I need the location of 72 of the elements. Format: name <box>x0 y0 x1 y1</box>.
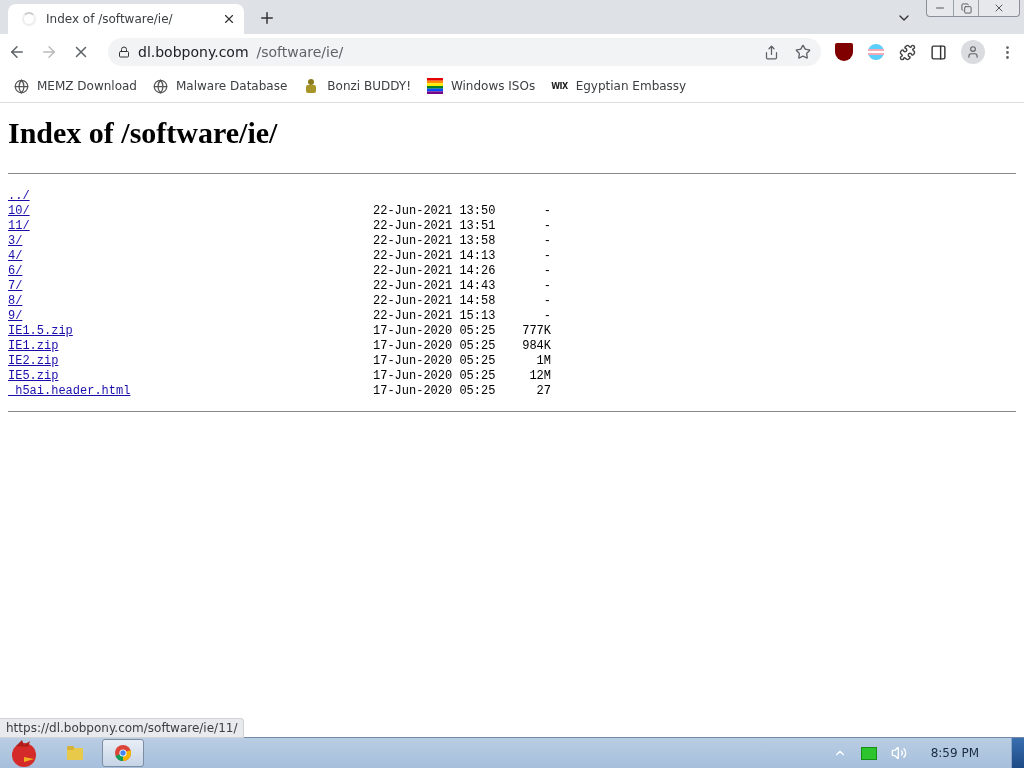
date-text: 17-Jun-2020 05:25 <box>373 354 494 369</box>
size-text: 12M <box>528 369 551 384</box>
size-text: 1M <box>535 354 551 369</box>
status-bubble: https://dl.bobpony.com/software/ie/11/ <box>0 718 245 738</box>
globe-icon <box>153 78 168 94</box>
date-text: 22-Jun-2021 13:50 <box>373 204 494 219</box>
globe-icon <box>14 78 29 94</box>
date-text: 17-Jun-2020 05:25 <box>373 384 494 399</box>
file-link[interactable]: 3/ <box>8 234 373 249</box>
share-icon[interactable] <box>764 44 779 60</box>
date-text: 17-Jun-2020 05:25 <box>373 369 494 384</box>
size-text: 27 <box>535 384 551 399</box>
date-text: 22-Jun-2021 13:58 <box>373 234 494 249</box>
bookmark[interactable]: Windows ISOs <box>426 78 536 94</box>
address-path: /software/ie/ <box>256 44 345 60</box>
date-text: 22-Jun-2021 14:26 <box>373 264 494 279</box>
file-link[interactable]: IE2.zip <box>8 354 373 369</box>
browser-icon <box>114 744 132 762</box>
browser-tab[interactable]: Index of /software/ie/ <box>8 4 244 34</box>
new-tab-icon[interactable] <box>258 9 276 27</box>
date-text: 22-Jun-2021 14:43 <box>373 279 494 294</box>
date-text: 22-Jun-2021 14:13 <box>373 249 494 264</box>
file-link[interactable]: 4/ <box>8 249 373 264</box>
date-text: 22-Jun-2021 15:13 <box>373 309 494 324</box>
show-desktop-button[interactable] <box>1011 738 1024 768</box>
size-text: - <box>542 279 551 294</box>
file-link[interactable]: IE1.5.zip <box>8 324 373 339</box>
bookmark[interactable]: WIX Egyptian Embassy <box>551 79 687 93</box>
address-bar[interactable]: dl.bobpony.com /software/ie/ <box>108 38 821 66</box>
file-link[interactable]: 7/ <box>8 279 373 294</box>
file-link[interactable]: IE1.zip <box>8 339 373 354</box>
date-text: 17-Jun-2020 05:25 <box>373 324 494 339</box>
profile-icon[interactable] <box>961 40 985 64</box>
file-link[interactable]: 10/ <box>8 204 373 219</box>
date-text: 22-Jun-2021 14:58 <box>373 294 494 309</box>
side-panel-icon[interactable] <box>930 43 947 61</box>
file-link[interactable]: 9/ <box>8 309 373 324</box>
date-text: 22-Jun-2021 13:51 <box>373 219 494 234</box>
size-text: - <box>542 309 551 324</box>
file-link[interactable]: _h5ai.header.html <box>8 384 373 399</box>
date-text: 17-Jun-2020 05:25 <box>373 339 494 354</box>
rainbow-flag-icon <box>426 78 443 94</box>
file-link[interactable]: 11/ <box>8 219 373 234</box>
size-text: - <box>542 219 551 234</box>
network-icon[interactable] <box>860 746 877 760</box>
page-heading: Index of /software/ie/ <box>8 116 279 150</box>
file-link[interactable]: ../ <box>8 189 373 204</box>
site-logo: WIX <box>551 81 568 91</box>
lock-icon <box>118 46 130 58</box>
size-text: - <box>542 234 551 249</box>
loading-icon <box>22 12 36 26</box>
size-text: - <box>542 249 551 264</box>
clock[interactable]: 8:59 PM <box>930 746 979 760</box>
size-text: - <box>542 264 551 279</box>
address-host: dl.bobpony.com <box>138 44 249 60</box>
close-icon[interactable] <box>222 12 236 26</box>
size-text: 777K <box>521 324 551 339</box>
bookmark[interactable]: Malware Database <box>153 78 288 94</box>
file-link[interactable]: IE5.zip <box>8 369 373 384</box>
taskbar-button[interactable] <box>102 739 144 767</box>
bookmark[interactable]: Bonzi BUDDY! <box>303 78 411 94</box>
size-text: 984K <box>521 339 551 354</box>
size-text: - <box>542 294 551 309</box>
file-link[interactable]: 6/ <box>8 264 373 279</box>
shield-icon[interactable] <box>835 43 853 61</box>
star-icon[interactable] <box>795 44 811 60</box>
size-text: - <box>542 204 551 219</box>
bookmark[interactable]: MEMZ Download <box>14 78 137 94</box>
back-icon[interactable] <box>8 43 26 61</box>
puzzle-icon[interactable] <box>899 43 916 61</box>
file-link[interactable]: 8/ <box>8 294 373 309</box>
folder-icon <box>66 745 84 761</box>
